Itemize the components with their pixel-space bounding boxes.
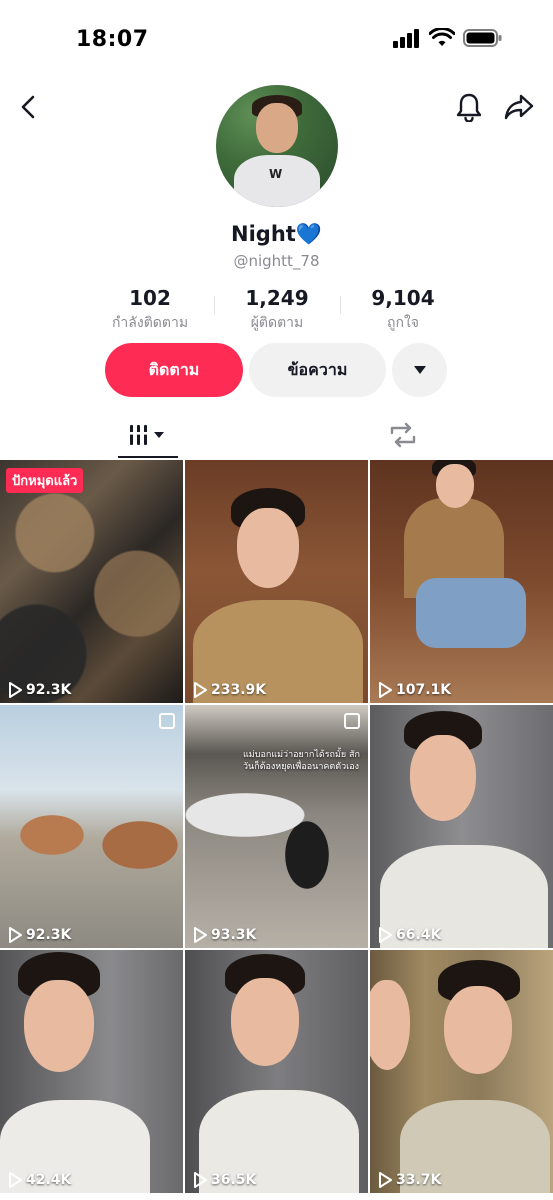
more-options-button[interactable] <box>392 343 447 397</box>
pinned-badge: ปักหมุดแล้ว <box>6 468 84 493</box>
view-count-value: 36.5K <box>211 1172 257 1188</box>
person-face-left <box>370 980 410 1070</box>
play-icon <box>194 1172 207 1188</box>
view-count-value: 92.3K <box>26 927 72 943</box>
avatar[interactable]: W <box>216 85 338 207</box>
person-face <box>436 464 474 508</box>
view-count: 233.9K <box>193 682 266 698</box>
person-face <box>231 978 299 1066</box>
person-figure <box>370 950 553 1193</box>
video-tile[interactable]: 42.4K <box>0 950 183 1193</box>
multi-photo-icon <box>159 713 175 729</box>
person-face <box>237 508 299 588</box>
view-count: 93.3K <box>193 927 256 943</box>
person-figure <box>185 460 368 703</box>
share-button[interactable] <box>501 89 537 125</box>
avatar-face <box>256 103 298 153</box>
view-count-value: 107.1K <box>396 682 452 698</box>
view-count: 107.1K <box>378 682 451 698</box>
stat-label: กำลังติดตาม <box>111 315 189 331</box>
view-count-value: 66.4K <box>396 927 442 943</box>
view-count-value: 233.9K <box>211 682 267 698</box>
tab-reposts[interactable] <box>378 412 428 458</box>
tab-videos[interactable] <box>118 412 178 458</box>
play-icon <box>194 682 207 698</box>
stat-value: 1,249 <box>245 286 309 310</box>
active-tab-indicator <box>118 456 178 458</box>
stat-following[interactable]: 102 กำลังติดตาม <box>87 286 213 334</box>
follow-button[interactable]: ติดตาม <box>105 343 243 397</box>
video-grid: ปักหมุดแล้ว 92.3K 233.9K 107.1K 92.3K แม… <box>0 460 553 1200</box>
stat-label: ผู้ติดตาม <box>250 315 304 331</box>
person-face <box>410 735 476 821</box>
video-tile[interactable]: 107.1K <box>370 460 553 703</box>
grid-bars-icon <box>128 425 164 445</box>
view-count: 36.5K <box>193 1172 256 1188</box>
status-time: 18:07 <box>76 27 149 52</box>
view-count-value: 42.4K <box>26 1172 72 1188</box>
play-icon <box>9 682 22 698</box>
video-tile[interactable]: 36.5K <box>185 950 368 1193</box>
video-tile[interactable]: 33.7K <box>370 950 553 1193</box>
status-bar: 18:07 <box>0 0 553 80</box>
play-icon <box>379 682 392 698</box>
tattoo-pattern <box>0 460 183 703</box>
repost-icon <box>390 422 416 448</box>
view-count-value: 92.3K <box>26 682 72 698</box>
avatar-shirt <box>234 155 320 207</box>
cellular-signal-icon <box>393 29 419 48</box>
play-icon <box>379 1172 392 1188</box>
content-tabs <box>0 412 553 458</box>
caret-down-icon <box>413 366 426 374</box>
stat-value: 9,104 <box>371 286 435 310</box>
person-figure <box>370 705 553 948</box>
play-icon <box>379 927 392 943</box>
status-icons <box>393 28 503 48</box>
video-tile[interactable]: 66.4K <box>370 705 553 948</box>
play-icon <box>9 1172 22 1188</box>
stat-likes[interactable]: 9,104 ถูกใจ <box>340 286 466 334</box>
view-count: 92.3K <box>8 682 71 698</box>
video-tile[interactable]: 233.9K <box>185 460 368 703</box>
battery-icon <box>463 29 502 47</box>
view-count: 66.4K <box>378 927 441 943</box>
view-count: 92.3K <box>8 927 71 943</box>
view-count: 33.7K <box>378 1172 441 1188</box>
person-figure <box>185 950 368 1193</box>
view-count: 42.4K <box>8 1172 71 1188</box>
person-figure <box>0 950 183 1193</box>
chevron-left-icon <box>21 95 35 119</box>
person-face <box>24 980 94 1072</box>
video-tile[interactable]: แม่บอกแม่ว่าอยากได้รถมั้ย สักวันก็ต้องหย… <box>185 705 368 948</box>
back-button[interactable] <box>12 89 44 125</box>
stat-label: ถูกใจ <box>387 315 419 331</box>
profile-stats: 102 กำลังติดตาม 1,249 ผู้ติดตาม 9,104 ถู… <box>87 286 467 334</box>
display-name: Night💙 <box>231 222 322 246</box>
bell-icon <box>456 93 482 122</box>
pickup-truck <box>185 705 368 948</box>
stat-value: 102 <box>129 286 171 310</box>
video-tile[interactable]: ปักหมุดแล้ว 92.3K <box>0 460 183 703</box>
person-figure <box>370 460 553 703</box>
avatar-shirt-logo: W <box>269 167 283 181</box>
wifi-icon <box>429 28 455 46</box>
username: @nightt_78 <box>233 252 320 270</box>
person-face <box>444 986 512 1074</box>
video-tile[interactable]: 92.3K <box>0 705 183 948</box>
play-icon <box>194 927 207 943</box>
message-button[interactable]: ข้อความ <box>249 343 386 397</box>
profile-actions: ติดตาม ข้อความ <box>0 343 553 398</box>
cow-figures <box>0 705 183 948</box>
view-count-value: 93.3K <box>211 927 257 943</box>
stat-followers[interactable]: 1,249 ผู้ติดตาม <box>214 286 340 334</box>
share-arrow-icon <box>504 94 534 120</box>
notification-bell-button[interactable] <box>451 89 487 125</box>
play-icon <box>9 927 22 943</box>
person-legs <box>416 578 526 648</box>
view-count-value: 33.7K <box>396 1172 442 1188</box>
video-caption: แม่บอกแม่ว่าอยากได้รถมั้ย สักวันก็ต้องหย… <box>243 750 360 772</box>
multi-photo-icon <box>344 713 360 729</box>
